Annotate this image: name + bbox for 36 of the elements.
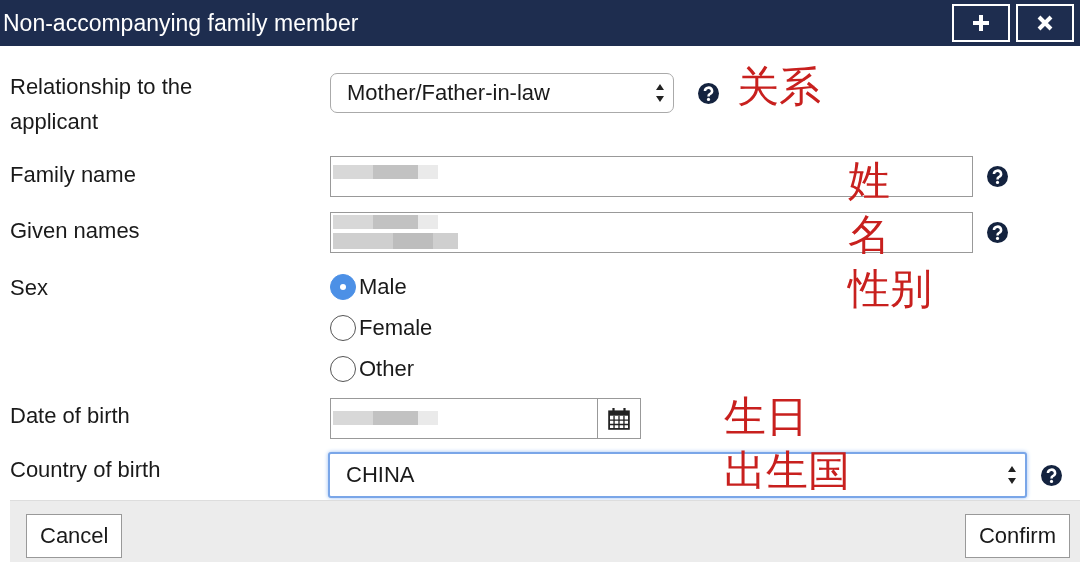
- help-icon[interactable]: [1041, 464, 1062, 486]
- help-icon[interactable]: [987, 222, 1008, 243]
- radio-label[interactable]: Other: [359, 356, 415, 382]
- calendar-icon: [608, 407, 630, 430]
- cancel-button[interactable]: Cancel: [26, 514, 123, 558]
- field-label: Country of birth: [10, 456, 162, 484]
- radio-label[interactable]: Male: [359, 274, 407, 300]
- field-label: Given names: [10, 217, 141, 245]
- confirm-button[interactable]: Confirm: [965, 514, 1070, 558]
- plus-icon: [972, 14, 990, 32]
- annotation-text: 名: [848, 214, 890, 256]
- radio-label[interactable]: Female: [359, 315, 433, 341]
- help-icon[interactable]: [698, 82, 719, 104]
- window-title: Non-accompanying family member: [3, 9, 359, 37]
- sort-arrows-icon: [655, 83, 665, 103]
- annotation-text: 性别: [848, 268, 932, 310]
- date-field[interactable]: [330, 398, 597, 439]
- radio-button[interactable]: [330, 356, 356, 382]
- annotation-text: 关系: [737, 66, 821, 108]
- close-button[interactable]: [1016, 4, 1074, 42]
- dropdown[interactable]: Mother/Father-in-law: [330, 73, 674, 113]
- field-label: Date of birth: [10, 402, 131, 430]
- annotation-text: 生日: [724, 396, 808, 438]
- calendar-button[interactable]: [597, 398, 641, 439]
- radio-button[interactable]: [330, 274, 356, 300]
- close-icon: [1036, 14, 1054, 32]
- sort-arrows-icon: [1007, 465, 1017, 485]
- annotation-text: 姓: [848, 160, 890, 202]
- help-icon[interactable]: [987, 166, 1008, 187]
- radio-button[interactable]: [330, 315, 356, 341]
- add-button[interactable]: [952, 4, 1010, 42]
- text-field[interactable]: [330, 212, 973, 253]
- annotation-text: 出生国: [724, 450, 850, 492]
- field-label: Sex: [10, 274, 49, 302]
- field-label: Relationship to the applicant: [10, 73, 194, 136]
- field-label: Family name: [10, 161, 137, 189]
